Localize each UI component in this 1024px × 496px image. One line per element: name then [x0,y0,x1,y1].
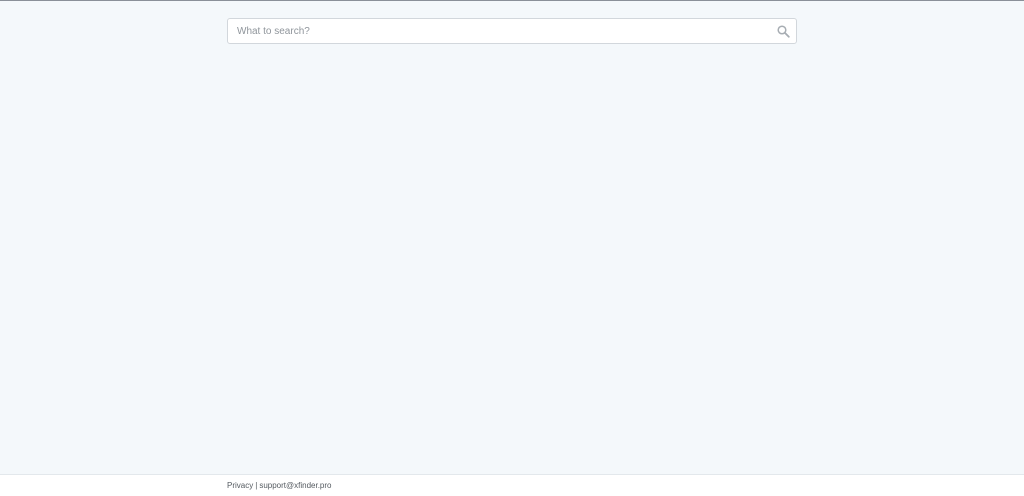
support-email-link[interactable]: support@xfinder.pro [259,481,331,490]
search-box [227,18,797,44]
search-icon[interactable] [777,25,790,38]
footer-separator: | [255,481,258,490]
search-input[interactable] [228,19,768,43]
top-border [0,0,1024,1]
privacy-link[interactable]: Privacy [227,481,253,490]
footer: Privacy | support@xfinder.pro [0,474,1024,496]
footer-links: Privacy | support@xfinder.pro [227,481,331,490]
